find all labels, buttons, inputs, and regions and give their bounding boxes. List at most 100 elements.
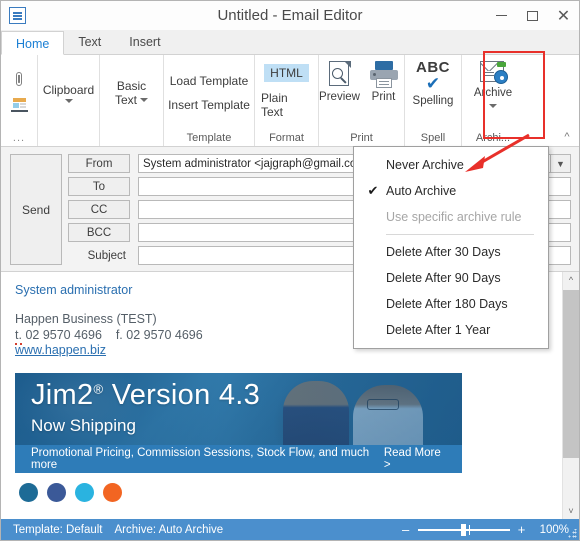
maximize-icon <box>527 10 538 21</box>
title-bar: Untitled - Email Editor ✕ <box>1 1 579 30</box>
ribbon-group-spell: ABC ✔ Spelling Spell <box>405 55 462 146</box>
minimize-icon <box>496 14 507 17</box>
tab-text[interactable]: Text <box>64 30 115 54</box>
ribbon-tabs: Home Text Insert <box>1 30 579 55</box>
basic-text-label-line1: Basic <box>116 78 147 93</box>
subject-label: Subject <box>87 249 126 262</box>
load-template-button[interactable]: Load Template <box>170 74 249 88</box>
banner-tagline: Promotional Pricing, Commission Sessions… <box>31 447 370 471</box>
zoom-slider-tick <box>468 524 471 535</box>
chevron-down-icon[interactable] <box>489 104 497 108</box>
from-dropdown-button[interactable]: ▼ <box>551 154 571 173</box>
archive-icon <box>478 60 508 84</box>
maximize-button[interactable] <box>517 1 548 30</box>
minimize-button[interactable] <box>486 1 517 30</box>
body-scrollbar[interactable]: ^ ˅ <box>562 272 579 519</box>
chevron-down-icon[interactable] <box>64 98 73 103</box>
to-button[interactable]: To <box>68 177 130 196</box>
menu-item-never-archive[interactable]: Never Archive <box>354 152 548 178</box>
banner-product: Jim2 <box>31 379 94 411</box>
print-button[interactable]: Print <box>364 61 404 103</box>
template-group-label: Template <box>186 132 232 144</box>
banner-title: Jim2® Version 4.3 <box>31 379 260 412</box>
abc-text: ABC <box>416 59 450 76</box>
menu-item-delete-after-180-days[interactable]: Delete After 180 Days <box>354 291 548 317</box>
close-button[interactable]: ✕ <box>548 1 579 30</box>
menu-item-label: Delete After 90 Days <box>386 271 501 285</box>
menu-item-label: Delete After 30 Days <box>386 245 501 259</box>
menu-item-label: Use specific archive rule <box>386 210 522 224</box>
archive-button[interactable]: Archive <box>465 60 521 108</box>
banner-bottom-bar: Promotional Pricing, Commission Sessions… <box>15 445 462 473</box>
preview-icon <box>328 61 352 88</box>
status-template: Template: Default <box>13 523 103 536</box>
ribbon-group-quick-icons: ... <box>1 55 38 146</box>
paperclip-icon[interactable] <box>15 71 24 89</box>
zoom-percent: 100% <box>539 523 569 536</box>
zoom-in-button[interactable]: + <box>517 523 527 536</box>
format-group-label: Format <box>269 132 304 144</box>
basic-text-group-label <box>100 130 163 146</box>
scroll-down-button[interactable]: ˅ <box>563 503 579 519</box>
spelling-button[interactable]: ABC ✔ Spelling <box>407 60 459 107</box>
ribbon-group-format: HTML Plain Text Format <box>255 55 319 146</box>
menu-item-auto-archive[interactable]: ✔ Auto Archive <box>354 178 548 204</box>
ribbon-group-template: Load Template Insert Template Template <box>164 55 255 146</box>
spelling-label: Spelling <box>412 95 454 107</box>
bcc-button[interactable]: BCC <box>68 223 130 242</box>
zoom-out-button[interactable]: – <box>401 523 411 536</box>
checkmark-icon: ✔ <box>425 74 441 94</box>
clipboard-button[interactable]: Clipboard <box>43 83 94 103</box>
resize-grip-icon[interactable] <box>568 529 577 538</box>
preview-label: Preview <box>319 91 360 103</box>
scroll-thumb[interactable] <box>563 290 579 458</box>
status-archive: Archive: Auto Archive <box>114 523 224 536</box>
quick-icons-overflow[interactable]: ... <box>1 130 37 146</box>
zoom-slider[interactable] <box>417 523 510 536</box>
menu-item-label: Auto Archive <box>386 184 457 198</box>
menu-item-use-specific-archive-rule: Use specific archive rule <box>354 204 548 230</box>
banner-read-more-link[interactable]: Read More > <box>384 447 448 471</box>
fax-number: 02 9570 4696 <box>126 328 203 342</box>
promo-banner[interactable]: Jim2® Version 4.3 Now Shipping Promotion… <box>15 373 462 473</box>
fax-prefix: f. <box>115 328 123 342</box>
scroll-up-button[interactable]: ^ <box>563 272 579 288</box>
menu-item-delete-after-1-year[interactable]: Delete After 1 Year <box>354 317 548 343</box>
menu-item-delete-after-90-days[interactable]: Delete After 90 Days <box>354 265 548 291</box>
printer-icon <box>369 61 398 88</box>
app-icon <box>9 7 26 24</box>
ribbon-group-archive: Archive Archi... <box>462 55 524 146</box>
preview-button[interactable]: Preview <box>319 61 360 103</box>
print-group-label: Print <box>350 132 373 144</box>
social-icons <box>15 483 548 502</box>
menu-item-label: Never Archive <box>386 158 464 172</box>
banner-version: Version 4.3 <box>111 379 261 411</box>
format-plain-text-button[interactable]: Plain Text <box>255 89 318 121</box>
zoom-control: – + 100% <box>401 523 569 536</box>
ribbon-group-basic-text: Basic Text <box>100 55 164 146</box>
basic-text-button[interactable]: Basic Text <box>115 79 148 107</box>
clipboard-label: Clipboard <box>42 82 95 97</box>
scroll-track[interactable] <box>563 288 579 503</box>
ribbon-collapse-icon[interactable]: ^ <box>559 129 575 145</box>
send-button[interactable]: Send <box>10 154 62 265</box>
archive-dropdown-menu: Never Archive ✔ Auto Archive Use specifi… <box>353 146 549 349</box>
social-facebook-icon[interactable] <box>47 483 66 502</box>
status-bar: Template: Default Archive: Auto Archive … <box>1 519 579 540</box>
tab-home[interactable]: Home <box>1 31 65 55</box>
zoom-slider-thumb[interactable] <box>460 523 466 536</box>
from-button[interactable]: From <box>68 154 130 173</box>
format-html-button[interactable]: HTML <box>264 64 309 82</box>
social-twitter-icon[interactable] <box>75 483 94 502</box>
spell-group-label: Spell <box>420 132 446 144</box>
signature-icon[interactable] <box>10 97 28 114</box>
website-link[interactable]: www.happen.biz <box>15 343 106 357</box>
insert-template-button[interactable]: Insert Template <box>168 98 250 112</box>
menu-item-delete-after-30-days[interactable]: Delete After 30 Days <box>354 239 548 265</box>
chevron-down-icon[interactable] <box>140 98 148 103</box>
clipboard-group-label <box>38 130 99 146</box>
cc-button[interactable]: CC <box>68 200 130 219</box>
social-linkedin-icon[interactable] <box>19 483 38 502</box>
tab-insert[interactable]: Insert <box>115 30 174 54</box>
social-rss-icon[interactable] <box>103 483 122 502</box>
